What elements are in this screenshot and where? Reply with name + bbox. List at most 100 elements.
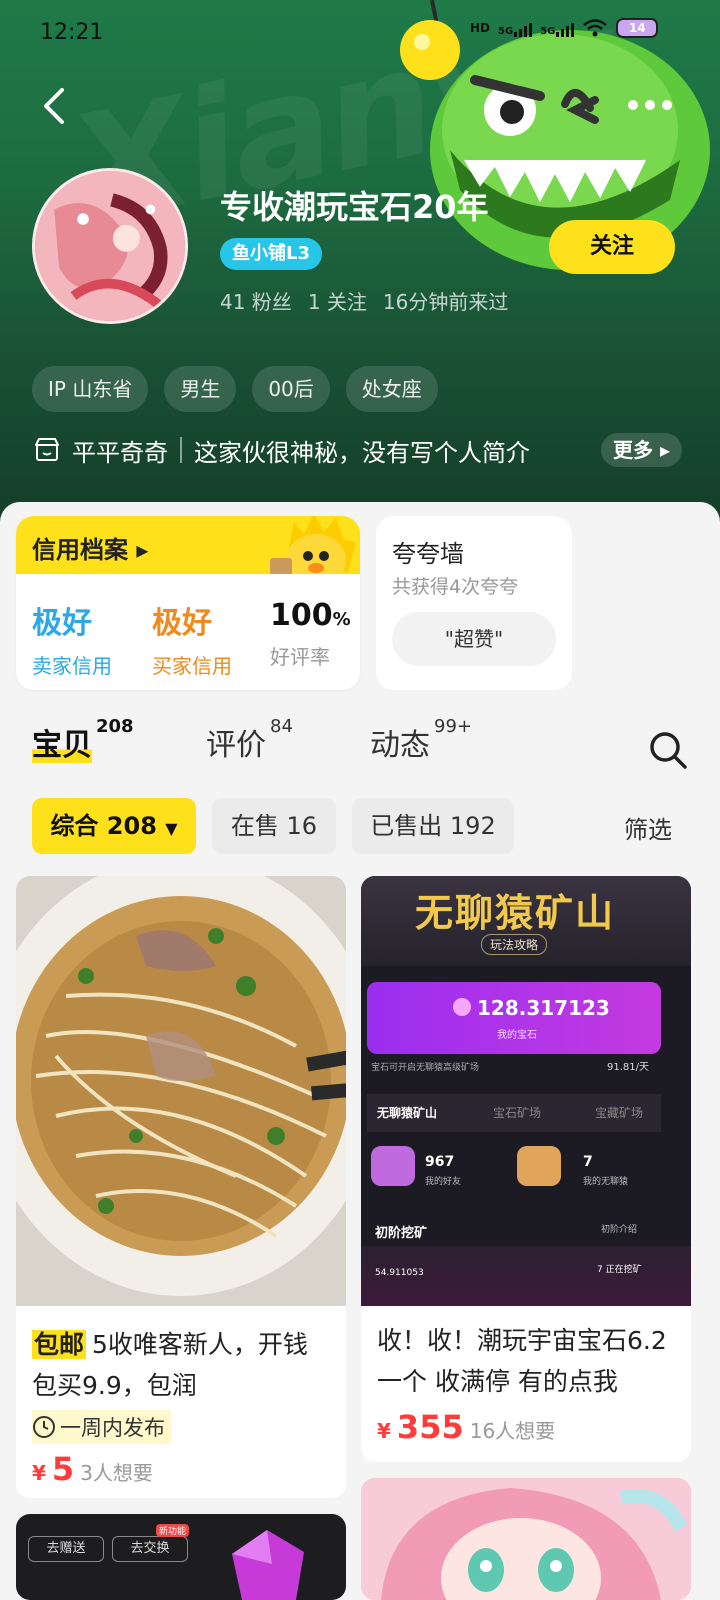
game-title: 无聊猿矿山 bbox=[415, 891, 616, 935]
seller-credit-label: 卖家信用 bbox=[32, 654, 112, 678]
gem-crystal-icon bbox=[232, 1530, 304, 1600]
credit-profile-body: 极好 卖家信用 极好 买家信用 100% 好评率 bbox=[16, 574, 360, 690]
seller-credit: 极好 卖家信用 bbox=[32, 598, 112, 679]
monkey-avatar-icon bbox=[517, 1146, 561, 1186]
praise-wall-subtitle: 共获得4次夸夸 bbox=[392, 576, 519, 598]
bio-divider bbox=[180, 437, 182, 463]
product-card-body: 包邮 5收唯客新人，开钱包买9.9，包润 一周内发布 ¥ 5 3人想要 bbox=[16, 1310, 346, 1488]
tab-reviews-count: 84 bbox=[270, 716, 293, 737]
gem-balance-box: 128.317123 我的宝石 bbox=[367, 982, 661, 1054]
wifi-icon bbox=[583, 19, 608, 37]
buyer-credit: 极好 买家信用 bbox=[152, 598, 232, 679]
follow-button[interactable]: 关注 bbox=[549, 220, 675, 274]
profile-header: Xianyu 12:21 HD 5G 5G 14 专收潮玩宝石20年 鱼小铺L3… bbox=[0, 0, 720, 530]
good-rating-value: 100% bbox=[270, 598, 351, 633]
hd-icon: HD bbox=[470, 21, 491, 35]
back-arrow-icon[interactable] bbox=[36, 84, 76, 128]
filter-button[interactable]: 筛选 bbox=[624, 810, 672, 845]
product-price: 355 bbox=[396, 1408, 464, 1446]
filter-on-sale[interactable]: 在售 16 bbox=[212, 798, 336, 854]
profile-stats: 41 粉丝 1 关注 16分钟前来过 bbox=[220, 286, 508, 315]
avatar-illustration bbox=[35, 171, 185, 321]
gem-icon bbox=[453, 998, 471, 1016]
following-count[interactable]: 1 关注 bbox=[308, 286, 367, 315]
status-bar: 12:21 HD 5G 5G 14 bbox=[0, 0, 720, 64]
product-card[interactable]: 无聊猿矿山 玩法攻略 128.317123 我的宝石 宝石可开启无聊猿高级矿场 … bbox=[361, 876, 691, 1462]
seller-credit-value: 极好 bbox=[32, 606, 92, 641]
signal-5g-icon: 5G bbox=[498, 19, 533, 37]
buyer-credit-label: 买家信用 bbox=[152, 654, 232, 678]
bio-nickname: 平平奇奇 bbox=[72, 438, 168, 467]
status-icons: HD 5G 5G 14 bbox=[470, 18, 659, 38]
bio-text: 这家伙很神秘，没有写个人简介 bbox=[194, 438, 530, 467]
avatar[interactable] bbox=[32, 168, 188, 324]
clock-icon bbox=[33, 1416, 55, 1438]
currency-symbol: ¥ bbox=[377, 1419, 391, 1443]
game-guide-label: 玩法攻略 bbox=[481, 934, 548, 955]
product-title: 包邮 5收唯客新人，开钱包买9.9，包润 bbox=[32, 1330, 308, 1400]
product-card-body: 收！收！潮玩宇宙宝石6.2一个 收满停 有的点我 ¥ 355 16人想要 bbox=[361, 1306, 691, 1446]
teaser-new-badge: 新功能 bbox=[156, 1524, 190, 1537]
gem-note: 宝石可开启无聊猿高级矿场 bbox=[371, 1063, 480, 1073]
search-icon[interactable] bbox=[648, 730, 688, 770]
content-panel: 信用档案 ▸ 极好 卖家信用 极好 买家信用 100% 好评率 夸夸墙 共获得4… bbox=[0, 502, 720, 1600]
tag-gender: 男生 bbox=[164, 366, 237, 412]
filter-sold[interactable]: 已售出 192 bbox=[352, 798, 514, 854]
gem-label: 我的宝石 bbox=[497, 1030, 537, 1041]
buyer-credit-value: 极好 bbox=[152, 606, 212, 641]
product-card-partial[interactable] bbox=[361, 1478, 691, 1600]
bio-more-button[interactable]: 更多 ▸ bbox=[600, 433, 682, 467]
filter-bar: 综合 208 ▼ 在售 16 已售出 192 筛选 bbox=[0, 798, 720, 854]
status-time: 12:21 bbox=[40, 20, 104, 45]
want-count: 3人想要 bbox=[80, 1461, 153, 1485]
game-tabs: 无聊猿矿山 宝石矿场 宝藏矿场 bbox=[367, 1094, 661, 1132]
currency-symbol: ¥ bbox=[32, 1461, 46, 1485]
want-count: 16人想要 bbox=[469, 1419, 556, 1443]
product-card-partial[interactable]: 去赠送 去交换 新功能 bbox=[16, 1514, 346, 1600]
product-price: 5 bbox=[51, 1450, 75, 1488]
price-row: ¥ 355 16人想要 bbox=[377, 1408, 675, 1446]
credit-profile-title: 信用档案 ▸ bbox=[32, 536, 149, 564]
battery-icon: 14 bbox=[616, 18, 659, 38]
anime-girl-illustration bbox=[361, 1478, 691, 1600]
teaser-gift-button: 去赠送 bbox=[28, 1536, 104, 1562]
product-card[interactable]: 包邮 5收唯客新人，开钱包买9.9，包润 一周内发布 ¥ 5 3人想要 bbox=[16, 876, 346, 1498]
free-shipping-tag: 包邮 bbox=[32, 1330, 87, 1359]
dot-icon bbox=[628, 100, 638, 110]
shop-name: 专收潮玩宝石20年 bbox=[220, 188, 489, 226]
tab-moments[interactable]: 动态99+ bbox=[370, 716, 472, 764]
gem-rate: 91.81/天 bbox=[607, 1062, 649, 1073]
shop-level-badge[interactable]: 鱼小铺L3 bbox=[220, 238, 322, 270]
credit-profile-header[interactable]: 信用档案 ▸ bbox=[16, 516, 360, 586]
tab-items[interactable]: 宝贝208 bbox=[32, 716, 134, 764]
good-rating: 100% 好评率 bbox=[270, 598, 351, 670]
product-image-game-screenshot: 无聊猿矿山 玩法攻略 128.317123 我的宝石 宝石可开启无聊猿高级矿场 … bbox=[361, 876, 691, 1306]
product-title: 收！收！潮玩宇宙宝石6.2一个 收满停 有的点我 bbox=[377, 1326, 667, 1396]
praise-wall-title: 夸夸墙 bbox=[392, 540, 464, 568]
praise-wall-card[interactable]: 夸夸墙 共获得4次夸夸 "超赞" bbox=[376, 516, 572, 690]
credit-profile-card[interactable]: 信用档案 ▸ 极好 卖家信用 极好 买家信用 100% 好评率 bbox=[16, 516, 360, 690]
teaser-exchange-button: 去交换 bbox=[112, 1536, 188, 1562]
more-menu-button[interactable] bbox=[628, 90, 676, 120]
tag-ip-location: IP 山东省 bbox=[32, 366, 149, 412]
product-image-noodles bbox=[16, 876, 346, 1306]
good-rating-label: 好评率 bbox=[270, 645, 330, 669]
profile-tags: IP 山东省 男生 00后 处女座 bbox=[32, 366, 438, 412]
fans-count[interactable]: 41 粉丝 bbox=[220, 286, 292, 315]
signal-5g-icon-2: 5G bbox=[540, 19, 575, 37]
price-row: ¥ 5 3人想要 bbox=[32, 1450, 330, 1488]
filter-all[interactable]: 综合 208 ▼ bbox=[32, 798, 196, 854]
tag-age: 00后 bbox=[252, 366, 330, 412]
praise-chip: "超赞" bbox=[392, 612, 556, 666]
tab-items-count: 208 bbox=[96, 716, 134, 737]
gem-value: 128.317123 bbox=[477, 996, 610, 1020]
tab-reviews[interactable]: 评价84 bbox=[206, 716, 293, 764]
publish-time: 一周内发布 bbox=[32, 1410, 171, 1444]
ape-avatar-icon bbox=[371, 1146, 415, 1186]
tab-moments-count: 99+ bbox=[434, 716, 472, 737]
bio-row[interactable]: 平平奇奇 这家伙很神秘，没有写个人简介 更多 ▸ bbox=[32, 430, 682, 470]
tag-zodiac: 处女座 bbox=[345, 366, 438, 412]
dot-icon bbox=[662, 100, 672, 110]
last-visit: 16分钟前来过 bbox=[382, 290, 509, 314]
profile-tabs: 宝贝208 评价84 动态99+ bbox=[0, 716, 720, 780]
